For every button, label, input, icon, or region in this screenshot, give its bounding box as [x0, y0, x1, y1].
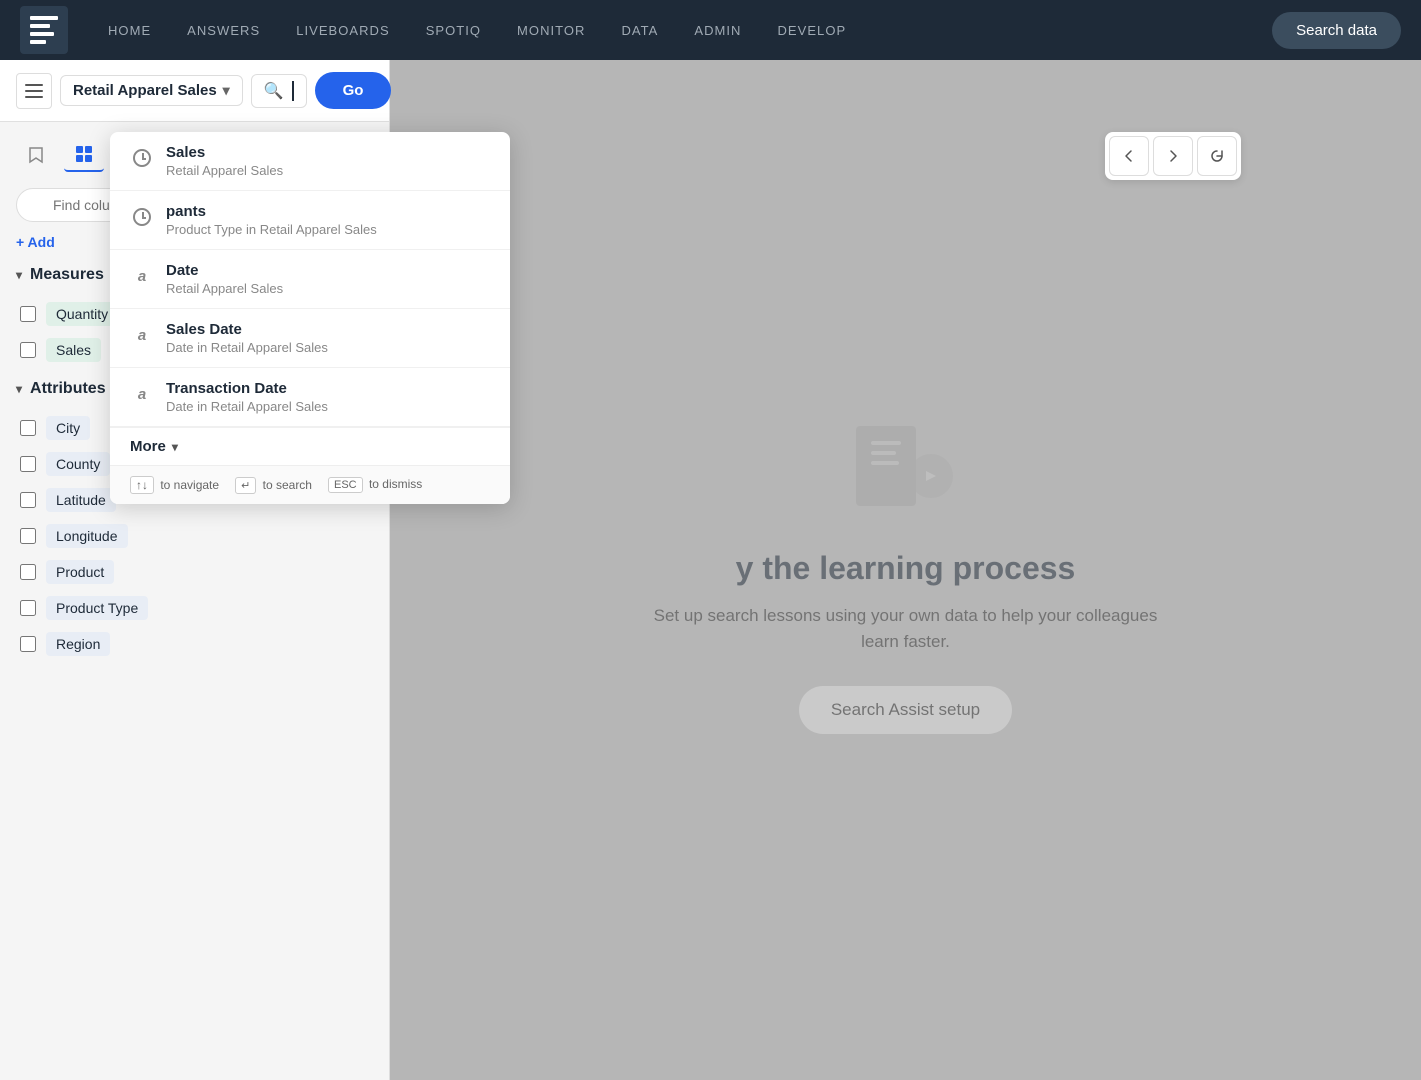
hamburger-button[interactable] — [16, 73, 52, 109]
back-button[interactable] — [1109, 136, 1149, 176]
column-item-product-type[interactable]: Product Type — [16, 590, 373, 626]
letter-a-icon-transaction-date: a — [130, 382, 154, 406]
attributes-label: Attributes — [30, 380, 106, 398]
refresh-button[interactable] — [1197, 136, 1237, 176]
nav-item-admin[interactable]: ADMIN — [678, 15, 757, 46]
column-checkbox-region[interactable] — [20, 636, 36, 652]
suggestion-text-transaction-date: Transaction Date Date in Retail Apparel … — [166, 380, 328, 414]
column-checkbox-longitude[interactable] — [20, 528, 36, 544]
text-cursor — [292, 81, 294, 101]
more-suggestions-button[interactable]: More ▾ — [110, 427, 510, 465]
top-navigation: HOME ANSWERS LIVEBOARDS SPOTIQ MONITOR D… — [0, 0, 1421, 60]
column-item-longitude[interactable]: Longitude — [16, 518, 373, 554]
nav-item-monitor[interactable]: MONITOR — [501, 15, 601, 46]
column-checkbox-product-type[interactable] — [20, 600, 36, 616]
overlay — [390, 60, 1421, 1080]
suggestion-text-sales-date: Sales Date Date in Retail Apparel Sales — [166, 321, 328, 355]
nav-item-home[interactable]: HOME — [92, 15, 167, 46]
column-checkbox-county[interactable] — [20, 456, 36, 472]
forward-button[interactable] — [1153, 136, 1193, 176]
letter-a-icon-date: a — [130, 264, 154, 288]
nav-item-develop[interactable]: DEVELOP — [761, 15, 862, 46]
clock-icon-sales — [130, 146, 154, 170]
arrow-keys-icon: ↑↓ — [130, 476, 154, 494]
nav-item-spotiq[interactable]: SPOTIQ — [410, 15, 497, 46]
tab-grid[interactable] — [64, 138, 104, 172]
datasource-selector[interactable]: Retail Apparel Sales ▾ — [60, 75, 243, 106]
datasource-chevron-icon: ▾ — [223, 82, 230, 99]
content-area: y the learning process Set up search les… — [390, 60, 1421, 1080]
attributes-chevron-icon: ▾ — [16, 382, 22, 396]
column-tag-sales: Sales — [46, 338, 101, 362]
nav-item-answers[interactable]: ANSWERS — [171, 15, 276, 46]
more-chevron-icon: ▾ — [172, 440, 178, 454]
tab-bookmarks[interactable] — [16, 139, 56, 171]
esc-key-icon: ESC — [328, 477, 363, 493]
column-item-product[interactable]: Product — [16, 554, 373, 590]
measures-label: Measures — [30, 266, 104, 284]
column-tag-region: Region — [46, 632, 110, 656]
go-button[interactable]: Go — [315, 72, 392, 109]
main-area: Retail Apparel Sales ▾ 🔍 Go — [0, 60, 1421, 1080]
more-label: More — [130, 438, 166, 455]
column-checkbox-latitude[interactable] — [20, 492, 36, 508]
suggestion-item-sales[interactable]: Sales Retail Apparel Sales — [110, 132, 510, 191]
nav-item-liveboards[interactable]: LIVEBOARDS — [280, 15, 406, 46]
column-tag-county: County — [46, 452, 110, 476]
enter-key-icon: ↵ — [235, 477, 256, 494]
nav-items-list: HOME ANSWERS LIVEBOARDS SPOTIQ MONITOR D… — [92, 15, 1264, 46]
column-tag-product: Product — [46, 560, 114, 584]
suggestion-text-sales: Sales Retail Apparel Sales — [166, 144, 283, 178]
suggestion-item-date[interactable]: a Date Retail Apparel Sales — [110, 250, 510, 309]
hint-dismiss: ESC to dismiss — [328, 477, 422, 493]
column-tag-city: City — [46, 416, 90, 440]
column-checkbox-sales[interactable] — [20, 342, 36, 358]
keyboard-hints: ↑↓ to navigate ↵ to search ESC to dismis… — [110, 465, 510, 504]
hint-navigate: ↑↓ to navigate — [130, 476, 219, 494]
hint-search: ↵ to search — [235, 477, 312, 494]
search-input-container[interactable]: 🔍 — [251, 74, 307, 108]
column-item-region[interactable]: Region — [16, 626, 373, 662]
column-tag-latitude: Latitude — [46, 488, 116, 512]
search-data-button[interactable]: Search data — [1272, 12, 1401, 49]
suggestion-text-pants: pants Product Type in Retail Apparel Sal… — [166, 203, 377, 237]
app-logo[interactable] — [20, 6, 68, 54]
column-tag-longitude: Longitude — [46, 524, 128, 548]
column-checkbox-product[interactable] — [20, 564, 36, 580]
suggestion-item-transaction-date[interactable]: a Transaction Date Date in Retail Appare… — [110, 368, 510, 427]
suggestion-item-pants[interactable]: pants Product Type in Retail Apparel Sal… — [110, 191, 510, 250]
column-checkbox-quantity-sold[interactable] — [20, 306, 36, 322]
suggestion-dropdown: Sales Retail Apparel Sales pants Product… — [110, 132, 510, 504]
suggestion-text-date: Date Retail Apparel Sales — [166, 262, 283, 296]
measures-chevron-icon: ▾ — [16, 268, 22, 282]
search-bar-row: Retail Apparel Sales ▾ 🔍 Go — [0, 60, 389, 122]
column-checkbox-city[interactable] — [20, 420, 36, 436]
suggestion-item-sales-date[interactable]: a Sales Date Date in Retail Apparel Sale… — [110, 309, 510, 368]
datasource-name: Retail Apparel Sales — [73, 82, 217, 99]
search-icon: 🔍 — [264, 81, 284, 101]
nav-item-data[interactable]: DATA — [605, 15, 674, 46]
clock-icon-pants — [130, 205, 154, 229]
letter-a-icon-sales-date: a — [130, 323, 154, 347]
column-tag-product-type: Product Type — [46, 596, 148, 620]
